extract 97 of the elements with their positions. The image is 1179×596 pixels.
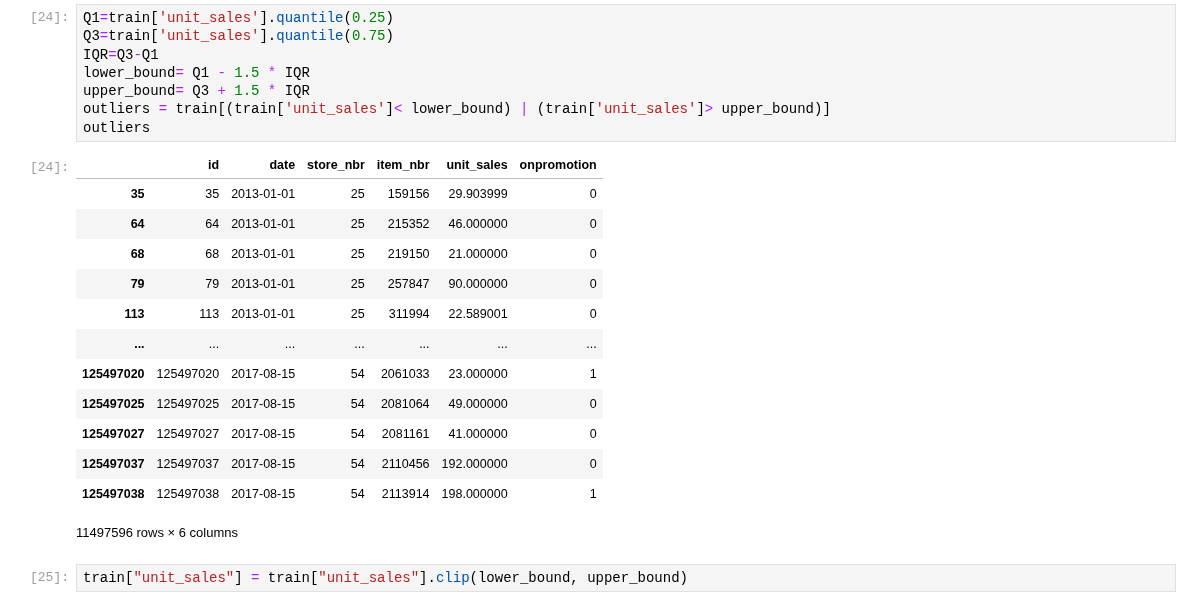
table-cell: 125497038 bbox=[150, 479, 226, 510]
row-index: 125497037 bbox=[76, 449, 151, 480]
row-index: 68 bbox=[76, 239, 151, 270]
table-cell: 0 bbox=[513, 299, 603, 330]
table-cell: 2017-08-15 bbox=[225, 359, 302, 390]
execution-prompt: [24]: bbox=[29, 9, 70, 25]
table-cell: 54 bbox=[301, 449, 371, 480]
table-cell: 0 bbox=[513, 239, 603, 270]
code-line: upper_bound= Q3 + 1.5 * IQR bbox=[83, 82, 311, 101]
table-cell: ... bbox=[435, 329, 514, 360]
row-index: 35 bbox=[76, 178, 151, 210]
table-cell: 2017-08-15 bbox=[225, 479, 302, 510]
table-cell: 219150 bbox=[370, 239, 436, 270]
table-cell: 41.000000 bbox=[435, 419, 514, 450]
table-cell: 49.000000 bbox=[435, 389, 514, 420]
execution-prompt: [25]: bbox=[29, 569, 70, 586]
code-editor[interactable] bbox=[76, 4, 1176, 143]
table-cell: 25 bbox=[301, 269, 371, 300]
row-index: 125497020 bbox=[76, 359, 151, 390]
table-cell: 0 bbox=[513, 178, 603, 210]
table-cell: 113 bbox=[150, 299, 226, 330]
table-cell: 29.903999 bbox=[435, 178, 514, 210]
code-line: IQR=Q3-Q1 bbox=[83, 45, 160, 64]
table-cell: 22.589001 bbox=[435, 299, 514, 330]
column-header: date bbox=[225, 152, 302, 179]
table-cell: 25 bbox=[301, 299, 371, 330]
column-header: id bbox=[150, 152, 226, 179]
table-cell: 2017-08-15 bbox=[225, 389, 302, 420]
table-cell: 0 bbox=[513, 389, 603, 420]
code-line: train["unit_sales"] = train["unit_sales"].clip(lower_bound, upper_bound) bbox=[83, 569, 689, 588]
table-cell: 68 bbox=[150, 239, 226, 270]
table-cell: 1 bbox=[513, 359, 603, 390]
row-index: 79 bbox=[76, 269, 151, 300]
table-cell: 2013-01-01 bbox=[225, 269, 302, 300]
code-line: Q1=train['unit_sales'].quantile(0.25) bbox=[83, 9, 395, 28]
code-line: Q3=train['unit_sales'].quantile(0.75) bbox=[83, 27, 395, 46]
table-cell: 90.000000 bbox=[435, 269, 514, 300]
table-cell: 2017-08-15 bbox=[225, 419, 302, 450]
table-cell: 2013-01-01 bbox=[225, 239, 302, 270]
table-cell: ... bbox=[150, 329, 226, 360]
column-header: onpromotion bbox=[513, 152, 603, 179]
table-cell: 2081161 bbox=[370, 419, 436, 450]
column-header: unit_sales bbox=[435, 152, 514, 179]
table-cell: 125497027 bbox=[150, 419, 226, 450]
table-cell: 0 bbox=[513, 269, 603, 300]
table-cell: 2110456 bbox=[370, 449, 436, 480]
table-cell: ... bbox=[513, 329, 603, 360]
table-cell: 25 bbox=[301, 239, 371, 270]
table-cell: 159156 bbox=[370, 178, 436, 210]
row-index: ... bbox=[76, 329, 151, 360]
table-summary: 11497596 rows × 6 columns bbox=[76, 524, 239, 543]
code-line: outliers = train[(train['unit_sales']< lower_bound) | (train['unit_sales']> upper_bound)] bbox=[83, 100, 832, 119]
table-cell: 2081064 bbox=[370, 389, 436, 420]
table-cell: 25 bbox=[301, 178, 371, 210]
table-cell: 79 bbox=[150, 269, 226, 300]
row-index: 125497038 bbox=[76, 479, 151, 510]
table-cell: 2113914 bbox=[370, 479, 436, 510]
table-cell: 46.000000 bbox=[435, 209, 514, 240]
table-cell: 125497037 bbox=[150, 449, 226, 480]
table-cell: 2017-08-15 bbox=[225, 449, 302, 480]
table-cell: 54 bbox=[301, 419, 371, 450]
table-cell: 0 bbox=[513, 419, 603, 450]
table-cell: ... bbox=[370, 329, 436, 360]
table-cell: 311994 bbox=[370, 299, 436, 330]
table-cell: 2013-01-01 bbox=[225, 178, 302, 210]
code-line: lower_bound= Q1 - 1.5 * IQR bbox=[83, 63, 311, 83]
row-index: 64 bbox=[76, 209, 151, 240]
table-cell: 64 bbox=[150, 209, 226, 240]
table-cell: 198.000000 bbox=[435, 479, 514, 510]
table-cell: ... bbox=[301, 329, 371, 360]
table-cell: 54 bbox=[301, 359, 371, 390]
table-cell: 0 bbox=[513, 209, 603, 240]
table-cell: 54 bbox=[301, 389, 371, 420]
row-index: 125497025 bbox=[76, 389, 151, 420]
table-cell: 2013-01-01 bbox=[225, 299, 302, 330]
table-cell: 215352 bbox=[370, 209, 436, 240]
table-cell: 2013-01-01 bbox=[225, 209, 302, 240]
table-cell: 2061033 bbox=[370, 359, 436, 390]
table-cell: ... bbox=[225, 329, 302, 360]
table-cell: 25 bbox=[301, 209, 371, 240]
table-cell: 257847 bbox=[370, 269, 436, 300]
table-cell: 21.000000 bbox=[435, 239, 514, 270]
code-line: outliers bbox=[83, 118, 152, 138]
row-index: 125497027 bbox=[76, 419, 151, 450]
table-cell: 192.000000 bbox=[435, 449, 514, 480]
table-cell: 35 bbox=[150, 178, 226, 210]
table-cell: 125497025 bbox=[150, 389, 226, 420]
execution-prompt: [24]: bbox=[29, 159, 70, 176]
code-editor[interactable]: train["unit_sales"] = train["unit_sales"].clip(lower_bound, upper_bound) bbox=[76, 564, 1176, 593]
row-index: 113 bbox=[76, 299, 151, 330]
table-cell: 1 bbox=[513, 479, 603, 510]
table-cell: 23.000000 bbox=[435, 359, 514, 390]
column-header: store_nbr bbox=[301, 152, 371, 179]
table-cell: 125497020 bbox=[150, 359, 226, 390]
table-cell: 0 bbox=[513, 449, 603, 480]
table-cell: 54 bbox=[301, 479, 371, 510]
column-header: item_nbr bbox=[370, 152, 436, 179]
